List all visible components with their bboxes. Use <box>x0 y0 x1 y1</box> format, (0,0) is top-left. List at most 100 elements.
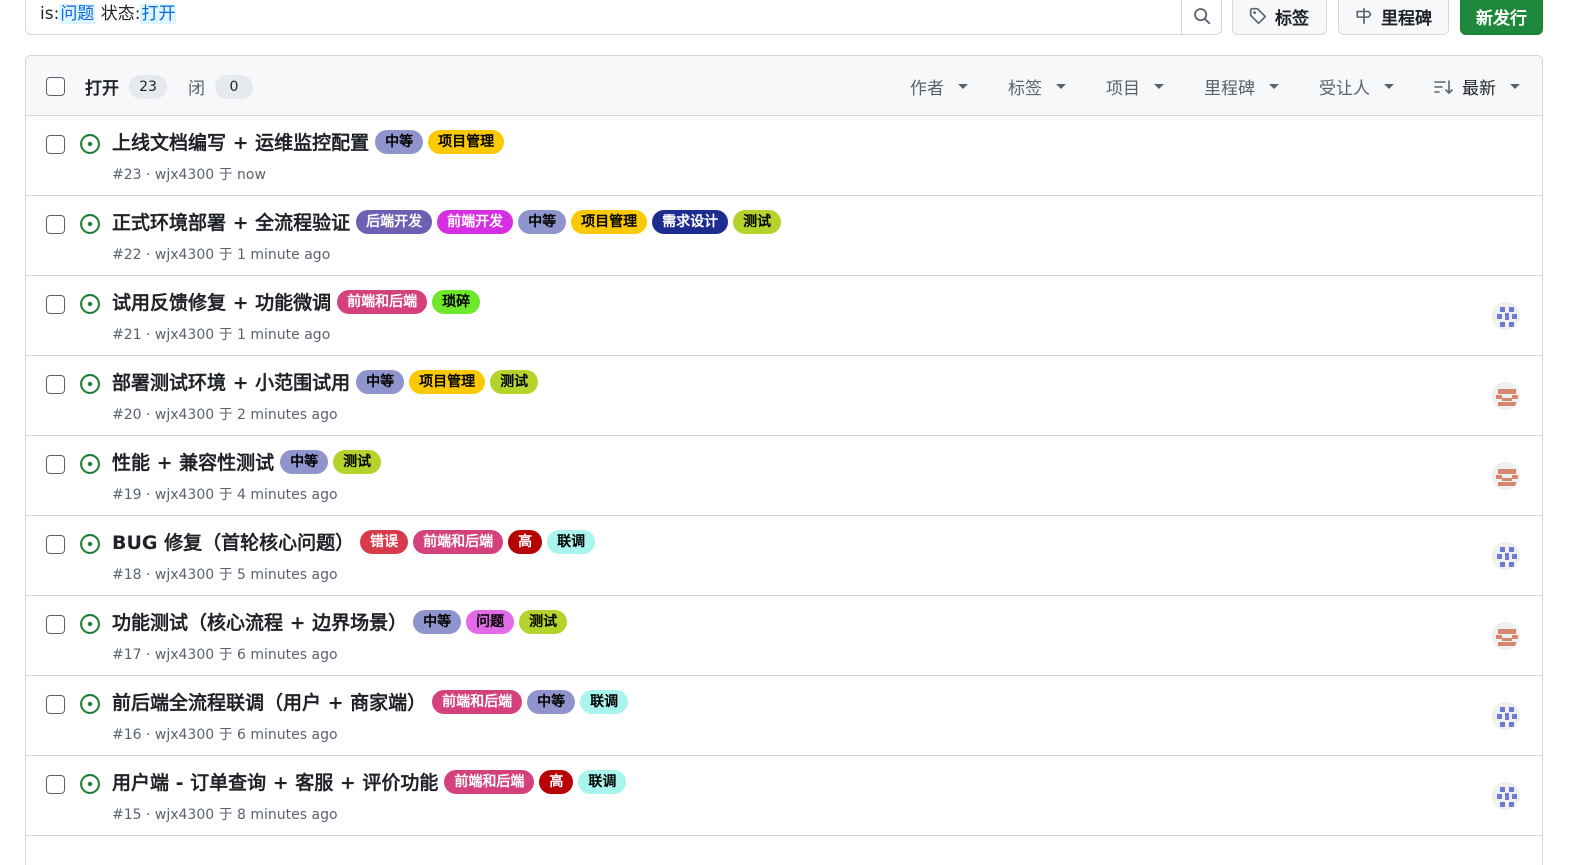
search-button[interactable] <box>1181 0 1221 34</box>
search-qualifier-state: 状态: <box>95 4 141 24</box>
issue-row[interactable]: 正式环境部署 + 全流程验证 后端开发 前端开发 中等 项目管理 需求设计 测试 #22 · … <box>26 196 1542 276</box>
search-token-open: 打开 <box>140 4 177 24</box>
issue-checkbox[interactable] <box>46 215 65 234</box>
caret-down-icon <box>1510 84 1520 89</box>
assignee-avatar[interactable] <box>1492 782 1520 810</box>
issue-label[interactable]: 中等 <box>413 609 462 634</box>
issue-label[interactable]: 联调 <box>580 689 629 714</box>
issue-opened-icon <box>79 133 101 155</box>
issue-row[interactable]: 功能测试（核心流程 + 边界场景） 中等 问题 测试 #17 · wjx4300 于 6… <box>26 596 1542 676</box>
issue-checkbox[interactable] <box>46 295 65 314</box>
issue-label[interactable]: 测试 <box>490 369 539 394</box>
issue-label[interactable]: 问题 <box>466 609 515 634</box>
issue-label[interactable]: 中等 <box>518 209 567 234</box>
issue-title-link[interactable]: 前后端全流程联调（用户 + 商家端） <box>112 688 426 715</box>
labels-button-label: 标签 <box>1275 8 1309 29</box>
milestone-icon <box>1356 8 1372 24</box>
new-issue-button[interactable]: 新发行 <box>1460 0 1543 35</box>
issue-title-link[interactable]: 正式环境部署 + 全流程验证 <box>112 208 350 235</box>
issue-row[interactable]: 性能 + 兼容性测试 中等 测试 #19 · wjx4300 于 4 minutes … <box>26 436 1542 516</box>
issue-row[interactable]: 试用反馈修复 + 功能微调 前端和后端 琐碎 #21 · wjx4300 于 1 mi… <box>26 276 1542 356</box>
filter-assignees[interactable]: 受让人 <box>1319 74 1394 99</box>
issue-label[interactable]: 项目管理 <box>428 129 505 154</box>
issue-title-link[interactable]: 功能测试（核心流程 + 边界场景） <box>112 608 407 635</box>
search-icon <box>1193 8 1210 25</box>
open-issues-tab[interactable]: 打开 23 <box>85 74 167 99</box>
assignee-avatar[interactable] <box>1492 302 1520 330</box>
issue-label[interactable]: 项目管理 <box>409 369 486 394</box>
issue-checkbox[interactable] <box>46 455 65 474</box>
issue-label[interactable]: 前端和后端 <box>413 529 504 554</box>
assignee-avatar[interactable] <box>1492 702 1520 730</box>
filter-labels[interactable]: 标签 <box>1008 74 1066 99</box>
issue-checkbox[interactable] <box>46 615 65 634</box>
issue-label[interactable]: 琐碎 <box>432 289 481 314</box>
open-issues-count: 23 <box>129 74 167 99</box>
issue-title-link[interactable]: 上线文档编写 + 运维监控配置 <box>112 128 369 155</box>
closed-issues-count: 0 <box>215 74 253 99</box>
filter-author[interactable]: 作者 <box>910 74 968 99</box>
issue-opened-icon <box>79 613 101 635</box>
issue-label[interactable]: 联调 <box>578 769 627 794</box>
issue-label[interactable]: 中等 <box>280 449 329 474</box>
open-issues-label: 打开 <box>85 79 119 99</box>
milestones-button[interactable]: 里程碑 <box>1338 0 1449 35</box>
issue-row[interactable]: 前后端全流程联调（用户 + 商家端） 前端和后端 中等 联调 #16 · wjx4300… <box>26 676 1542 756</box>
filter-projects-label: 项目 <box>1106 79 1140 99</box>
issue-label[interactable]: 前端开发 <box>437 209 514 234</box>
assignee-avatar[interactable] <box>1492 382 1520 410</box>
closed-issues-tab[interactable]: 闭 0 <box>188 74 253 99</box>
tag-icon <box>1249 7 1267 25</box>
issue-label[interactable]: 中等 <box>356 369 405 394</box>
filter-milestones-label: 里程碑 <box>1204 79 1255 99</box>
caret-down-icon <box>1269 84 1279 89</box>
issue-meta: #16 · wjx4300 于 6 minutes ago <box>112 727 338 743</box>
issue-checkbox[interactable] <box>46 695 65 714</box>
issue-label[interactable]: 测试 <box>333 449 382 474</box>
filter-projects[interactable]: 项目 <box>1106 74 1164 99</box>
search-input[interactable]: is:问题 状态:打开 <box>25 0 1222 35</box>
issue-label[interactable]: 前端和后端 <box>432 689 523 714</box>
issue-label[interactable]: 需求设计 <box>652 209 729 234</box>
issue-title-link[interactable]: 试用反馈修复 + 功能微调 <box>112 288 331 315</box>
select-all-checkbox[interactable] <box>46 77 65 96</box>
search-query[interactable]: is:问题 状态:打开 <box>40 3 177 25</box>
issue-label[interactable]: 测试 <box>519 609 568 634</box>
assignee-avatar[interactable] <box>1492 542 1520 570</box>
issue-row[interactable]: 用户端 - 订单查询 + 客服 + 评价功能 前端和后端高联调 #15 · wjx4… <box>26 756 1542 836</box>
issue-label[interactable]: 项目管理 <box>571 209 648 234</box>
issue-label[interactable]: 中等 <box>375 129 424 154</box>
issue-checkbox[interactable] <box>46 135 65 154</box>
issue-checkbox[interactable] <box>46 775 65 794</box>
issue-title-link[interactable]: 性能 + 兼容性测试 <box>112 448 274 475</box>
issue-row[interactable]: BUG 修复（首轮核心问题） 错误 前端和后端高联调 #18 · wjx4300 于 … <box>26 516 1542 596</box>
issue-meta: #18 · wjx4300 于 5 minutes ago <box>112 567 338 583</box>
assignee-avatar[interactable] <box>1492 622 1520 650</box>
issue-title-link[interactable]: 部署测试环境 + 小范围试用 <box>112 368 350 395</box>
issue-label[interactable]: 中等 <box>527 689 576 714</box>
issue-label[interactable]: 前端和后端 <box>337 289 428 314</box>
sort-dropdown[interactable]: 最新 <box>1434 74 1520 99</box>
labels-button[interactable]: 标签 <box>1232 0 1327 35</box>
issue-title-line: 性能 + 兼容性测试 中等 测试 <box>112 448 386 475</box>
filter-assignees-label: 受让人 <box>1319 79 1370 99</box>
issue-label[interactable]: 测试 <box>733 209 782 234</box>
issue-label[interactable]: 高 <box>508 529 543 554</box>
issue-label[interactable]: 高 <box>539 769 574 794</box>
assignee-avatar[interactable] <box>1492 462 1520 490</box>
issue-label[interactable]: 联调 <box>547 529 596 554</box>
new-issue-button-label: 新发行 <box>1476 8 1527 29</box>
issue-label[interactable]: 错误 <box>360 529 409 554</box>
issue-checkbox[interactable] <box>46 535 65 554</box>
issue-meta: #17 · wjx4300 于 6 minutes ago <box>112 647 338 663</box>
issue-row[interactable]: 上线文档编写 + 运维监控配置 中等 项目管理 #23 · wjx4300 于 now <box>26 116 1542 196</box>
issue-title-line: 功能测试（核心流程 + 边界场景） 中等 问题 测试 <box>112 608 572 635</box>
issue-title-link[interactable]: 用户端 - 订单查询 + 客服 + 评价功能 <box>112 768 438 795</box>
issue-label[interactable]: 前端和后端 <box>444 769 535 794</box>
issue-row[interactable]: 部署测试环境 + 小范围试用 中等 项目管理 测试 #20 · wjx4300 于 2 … <box>26 356 1542 436</box>
issue-meta: #23 · wjx4300 于 now <box>112 167 266 183</box>
filter-milestones[interactable]: 里程碑 <box>1204 74 1279 99</box>
issue-label[interactable]: 后端开发 <box>356 209 433 234</box>
issue-checkbox[interactable] <box>46 375 65 394</box>
issue-title-link[interactable]: BUG 修复（首轮核心问题） <box>112 528 354 555</box>
